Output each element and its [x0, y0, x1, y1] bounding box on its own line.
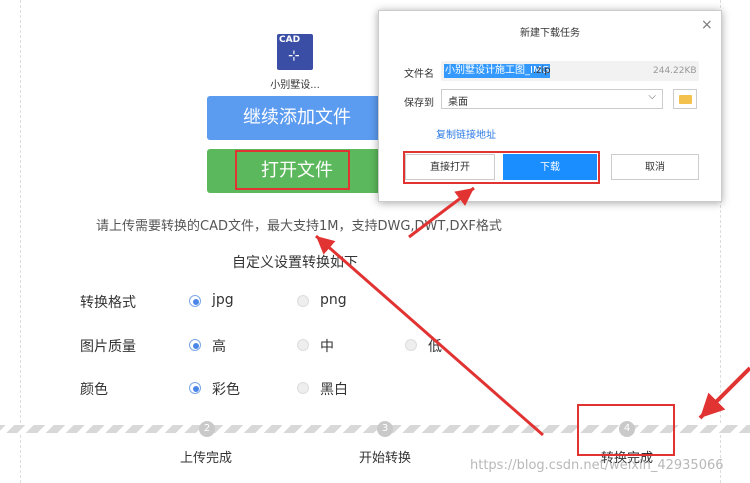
annotation-arrows	[315, 186, 750, 437]
arrow-to-hint	[315, 234, 544, 437]
arrow-to-dialog	[408, 186, 475, 239]
arrow-to-convert-done	[698, 366, 750, 420]
